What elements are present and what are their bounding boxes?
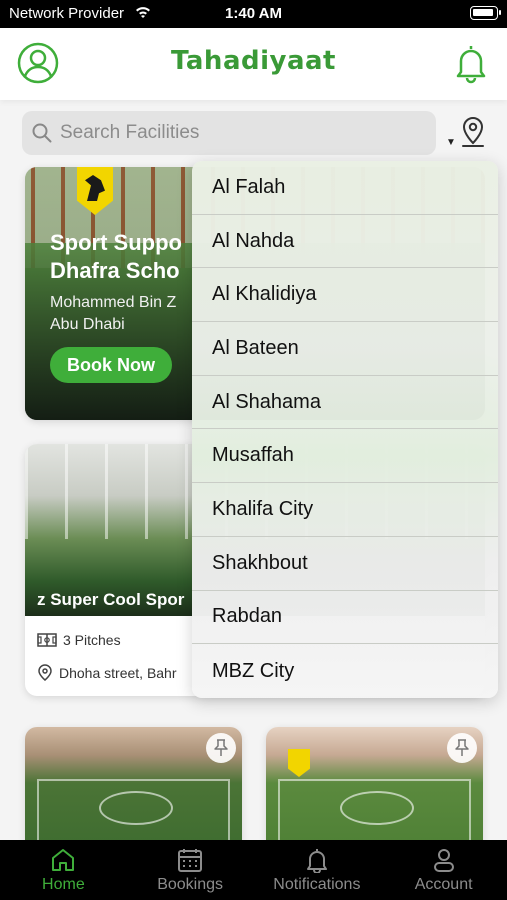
tab-label: Bookings [157,876,224,893]
location-dropdown: Al Falah Al Nahda Al Khalidiya Al Bateen… [192,161,498,698]
tab-label: Home [42,876,85,893]
pin-icon [214,739,228,756]
tab-label: Notifications [273,876,361,893]
tab-bookings[interactable]: Bookings [127,840,254,900]
bell-icon [456,46,486,84]
location-filter-button[interactable] [460,116,486,150]
search-icon [32,123,52,143]
app-header: Tahadiyaat [0,28,507,100]
facility-address: Dhoha street, Bahr [37,664,177,682]
tab-account[interactable]: Account [380,840,507,900]
calendar-icon [178,849,203,872]
clock: 1:40 AM [225,5,282,22]
location-option[interactable]: Musaffah [192,429,498,484]
search-input[interactable] [60,111,430,155]
notifications-button[interactable] [453,42,489,84]
search-bar [22,111,436,155]
tab-label: Account [414,876,473,893]
facility-pitches: 3 Pitches [37,632,121,648]
facility-name: z Super Cool Spor [37,590,185,609]
address-text: Dhoha street, Bahr [59,665,177,681]
tab-home[interactable]: Home [0,840,127,900]
app-title: Tahadiyaat [171,46,336,76]
pin-button[interactable] [447,733,477,763]
location-pin-icon [38,664,52,681]
pitches-count: 3 Pitches [63,632,121,648]
tab-bar: Home Bookings Notifications Account [0,840,507,900]
dropdown-caret-icon[interactable]: ▼ [446,137,456,148]
location-option[interactable]: Shakhbout [192,537,498,591]
location-option[interactable]: MBZ City [192,644,498,698]
pin-button[interactable] [206,733,236,763]
book-now-button[interactable]: Book Now [50,347,172,383]
location-option[interactable]: Khalifa City [192,483,498,537]
home-icon [52,849,75,871]
person-icon [433,849,454,872]
location-option[interactable]: Al Khalidiya [192,268,498,323]
tab-notifications[interactable]: Notifications [254,840,381,900]
location-option[interactable]: Al Shahama [192,376,498,430]
location-option[interactable]: Al Nahda [192,215,498,269]
pitch-icon [37,633,57,647]
pin-icon [455,739,469,756]
location-option[interactable]: Al Falah [192,161,498,215]
location-option[interactable]: Rabdan [192,591,498,645]
battery-icon [470,6,501,20]
location-option[interactable]: Al Bateen [192,322,498,376]
club-logo [288,749,310,777]
bell-icon [306,849,327,873]
location-pin-icon [462,116,484,147]
status-bar: Network Provider 1:40 AM [0,0,507,28]
